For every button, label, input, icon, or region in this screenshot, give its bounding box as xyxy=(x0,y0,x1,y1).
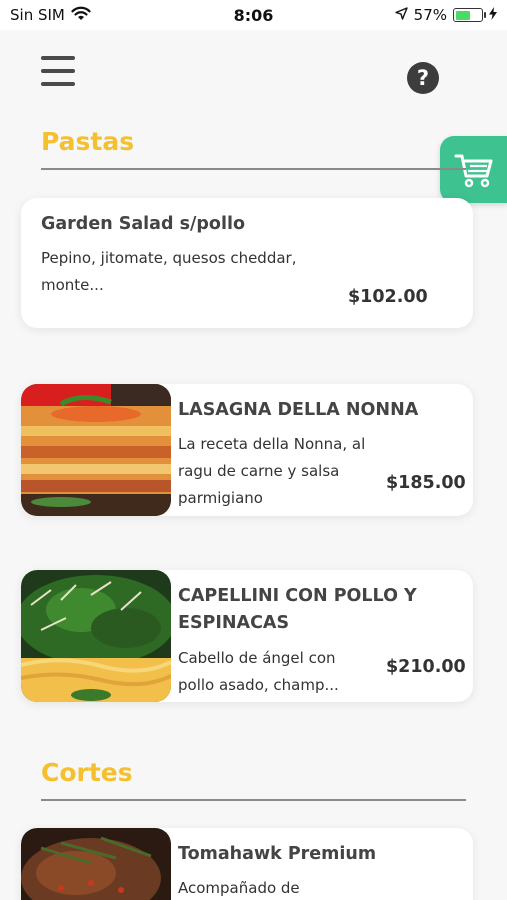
carrier-label: Sin SIM xyxy=(10,6,65,24)
item-description: Cabello de ángel con pollo asado, champ.… xyxy=(178,649,339,694)
section-title-cortes: Cortes xyxy=(41,758,133,787)
battery-icon xyxy=(453,8,486,22)
status-left: Sin SIM xyxy=(10,6,91,25)
clock: 8:06 xyxy=(233,5,274,25)
item-price: $102.00 xyxy=(348,287,428,307)
item-title: CAPELLINI CON POLLO Y ESPINACAS xyxy=(178,586,417,633)
battery-level xyxy=(455,10,470,20)
status-bar: Sin SIM 8:06 57% xyxy=(0,0,507,30)
item-price: $185.00 xyxy=(386,473,466,493)
lasagna-photo xyxy=(21,384,171,516)
help-icon: ? xyxy=(416,66,430,90)
capellini-photo xyxy=(21,570,171,702)
location-arrow-icon xyxy=(394,6,408,24)
item-price: $210.00 xyxy=(386,657,466,677)
charging-bolt-icon xyxy=(489,6,497,24)
status-right: 57% xyxy=(394,6,497,24)
menu-item-tomahawk[interactable]: Tomahawk Premium Acompañado de xyxy=(21,828,473,900)
hamburger-menu-icon[interactable] xyxy=(41,56,75,86)
battery-percent: 57% xyxy=(413,6,447,24)
item-title: Garden Salad s/pollo xyxy=(41,214,245,234)
menu-item-lasagna[interactable]: LASAGNA DELLA NONNA La receta della Nonn… xyxy=(21,384,473,516)
menu-item-garden-salad[interactable]: Garden Salad s/pollo Pepino, jitomate, q… xyxy=(21,198,473,328)
help-button[interactable]: ? xyxy=(407,62,439,94)
menu-item-capellini[interactable]: CAPELLINI CON POLLO Y ESPINACAS Cabello … xyxy=(21,570,473,702)
item-description: Pepino, jitomate, quesos cheddar, monte.… xyxy=(41,249,297,294)
item-title: LASAGNA DELLA NONNA xyxy=(178,400,419,420)
item-title: Tomahawk Premium xyxy=(178,844,377,864)
section-divider xyxy=(41,168,466,170)
section-divider xyxy=(41,799,466,801)
wifi-icon xyxy=(71,6,91,25)
item-description: La receta della Nonna, al ragu de carne … xyxy=(178,435,366,507)
tomahawk-photo xyxy=(21,828,171,900)
item-description: Acompañado de xyxy=(178,879,300,897)
section-title-pastas: Pastas xyxy=(41,127,135,156)
